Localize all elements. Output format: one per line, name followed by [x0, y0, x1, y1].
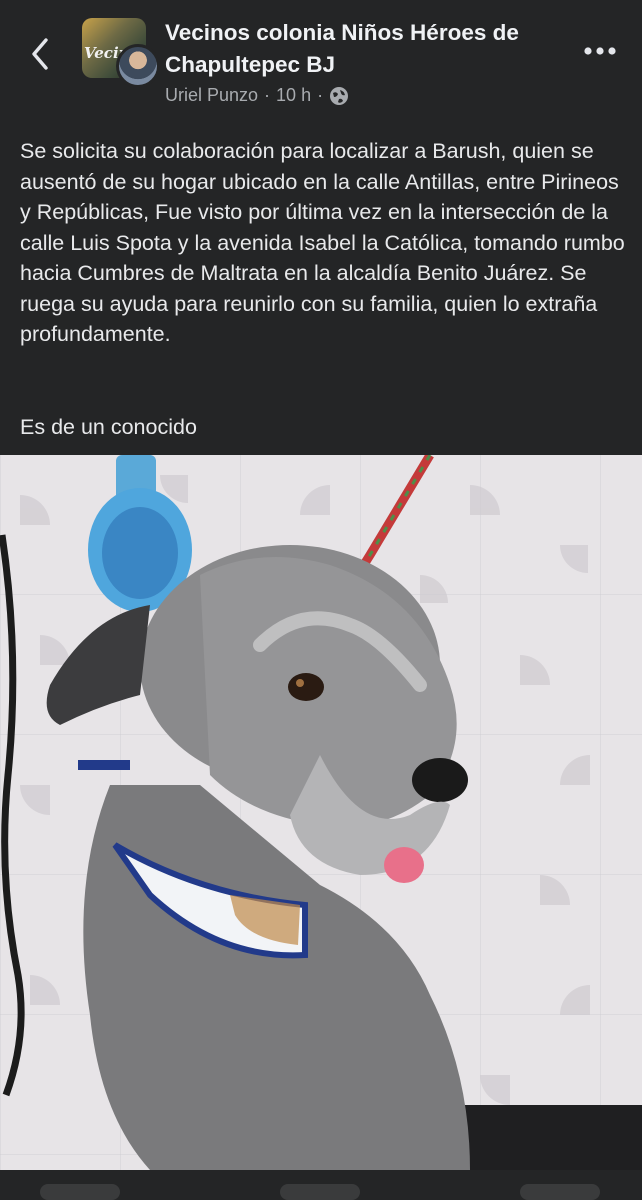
more-options-button[interactable] — [580, 38, 620, 64]
meta-separator-2: · — [317, 85, 324, 105]
group-name[interactable]: Vecinos colonia Niños Héroes de Chapulte… — [165, 17, 555, 81]
chevron-left-icon — [32, 38, 48, 70]
dog-photo-image — [0, 455, 642, 1170]
bottom-action-placeholder[interactable] — [40, 1184, 120, 1200]
more-horizontal-icon — [584, 47, 616, 55]
globe-icon — [330, 86, 349, 105]
back-button[interactable] — [26, 34, 56, 74]
post-photo[interactable] — [0, 455, 642, 1170]
bottom-action-bar — [0, 1170, 642, 1200]
author-name[interactable]: Uriel Punzo — [165, 85, 258, 106]
post-header: Vecinos Vecinos colonia Niños Héroes de … — [0, 0, 642, 120]
post-meta: Uriel Punzo · 10 h · — [165, 85, 349, 106]
post-time[interactable]: 10 h — [276, 85, 311, 106]
group-avatar[interactable]: Vecinos — [82, 18, 160, 88]
post-body: Se solicita su colaboración para localiz… — [20, 139, 625, 346]
meta-separator: · — [264, 85, 271, 105]
bottom-action-placeholder-3[interactable] — [520, 1184, 600, 1200]
post-footer-line: Es de un conocido — [20, 415, 197, 439]
author-avatar[interactable] — [116, 44, 160, 88]
bottom-action-placeholder-2[interactable] — [280, 1184, 360, 1200]
